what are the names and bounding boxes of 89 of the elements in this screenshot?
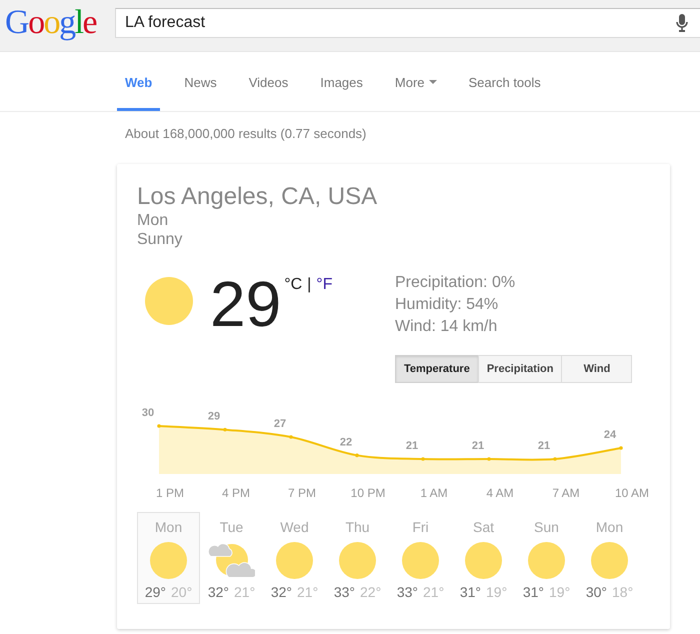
- forecast-day[interactable]: Mon 30° 18°: [578, 512, 641, 604]
- data-label: 27: [274, 418, 286, 430]
- nav-tab[interactable]: News: [176, 52, 225, 111]
- data-point: [619, 446, 623, 450]
- current-temperature: 29: [210, 272, 282, 336]
- nav-tab[interactable]: Images: [312, 52, 371, 111]
- weather-detail: Precipitation: 0%: [395, 273, 516, 293]
- time-label: 10 AM: [614, 486, 650, 500]
- current-day: Mon: [137, 211, 652, 230]
- time-label: 7 AM: [552, 486, 580, 500]
- day-name: Sun: [534, 519, 559, 535]
- day-name: Thu: [345, 519, 370, 535]
- high-temperature: 33°: [396, 584, 418, 600]
- data-label: 29: [208, 410, 220, 423]
- weather-detail: Wind: 14 km/h: [395, 317, 498, 337]
- data-point: [289, 435, 293, 439]
- chart-tab[interactable]: Temperature: [395, 355, 479, 383]
- location-title: Los Angeles, CA, USA: [137, 183, 378, 211]
- data-label: 21: [538, 440, 550, 452]
- nav-tab[interactable]: Web: [117, 52, 160, 111]
- high-temperature: 31°: [522, 584, 544, 600]
- forecast-day[interactable]: Mon 29° 20°: [137, 512, 200, 604]
- weather-detail: Humidity: 54%: [395, 295, 500, 315]
- time-label: 4 PM: [222, 486, 250, 500]
- data-point: [553, 457, 557, 461]
- low-temperature: 19°: [549, 584, 570, 600]
- forecast-day[interactable]: Sun 31° 19°: [515, 512, 578, 604]
- nav-tab[interactable]: More: [386, 52, 445, 111]
- sun-icon: [402, 542, 439, 579]
- chart-tab[interactable]: Wind: [561, 355, 632, 383]
- weather-condition: Sunny: [137, 230, 184, 249]
- sun-icon: [145, 277, 193, 325]
- time-label: 1 AM: [420, 486, 448, 500]
- data-label: 21: [406, 440, 418, 452]
- data-label: 21: [472, 440, 484, 452]
- forecast-day[interactable]: Wed 32° 21°: [263, 512, 326, 604]
- low-temperature: 21°: [297, 584, 318, 600]
- unit-separator: |: [307, 276, 312, 294]
- data-label: 30: [142, 407, 154, 419]
- day-name: Wed: [280, 519, 309, 535]
- data-point: [421, 457, 425, 461]
- day-name: Mon: [596, 519, 624, 535]
- forecast-day[interactable]: Tue 32° 21°: [200, 512, 263, 604]
- low-temperature: 20°: [171, 584, 192, 600]
- sun-icon: [150, 542, 187, 579]
- high-temperature: 32°: [270, 584, 292, 600]
- google-logo[interactable]: Google: [0, 4, 110, 40]
- forecast-day[interactable]: Sat 31° 19°: [452, 512, 515, 604]
- high-temperature: 29°: [144, 584, 166, 600]
- low-temperature: 21°: [234, 584, 256, 600]
- sun-cloud-icon: [208, 542, 255, 579]
- unit-toggle[interactable]: °C: [284, 276, 302, 294]
- high-temperature: 33°: [334, 584, 355, 600]
- data-point: [157, 424, 161, 428]
- day-name: Tue: [220, 519, 244, 535]
- high-temperature: 32°: [208, 584, 229, 600]
- day-name: Sat: [472, 519, 494, 535]
- microphone-icon[interactable]: [676, 14, 688, 32]
- chart-tab[interactable]: Precipitation: [478, 355, 562, 383]
- time-label: 1 PM: [156, 486, 184, 500]
- sun-icon: [276, 542, 313, 579]
- search-field[interactable]: LA forecast: [115, 8, 700, 38]
- caret-icon: [428, 80, 437, 84]
- sun-icon: [339, 542, 376, 579]
- low-temperature: 22°: [360, 584, 382, 600]
- data-point: [223, 428, 227, 432]
- low-temperature: 19°: [486, 584, 508, 600]
- time-label: 4 AM: [486, 486, 514, 500]
- low-temperature: 18°: [612, 584, 634, 600]
- time-label: 10 PM: [350, 486, 386, 500]
- high-temperature: 30°: [586, 584, 607, 600]
- sun-icon: [465, 542, 502, 579]
- nav-tab[interactable]: Videos: [240, 52, 296, 111]
- sun-icon: [591, 542, 628, 579]
- unit-toggle[interactable]: °F: [316, 276, 332, 294]
- time-label: 7 PM: [288, 486, 316, 500]
- nav-tab[interactable]: Search tools: [460, 52, 549, 111]
- day-name: Mon: [154, 519, 182, 535]
- data-point: [487, 457, 491, 461]
- data-point: [355, 454, 359, 458]
- low-temperature: 21°: [423, 584, 444, 600]
- high-temperature: 31°: [460, 584, 481, 600]
- data-label: 22: [340, 436, 352, 448]
- forecast-day[interactable]: Fri 33° 21°: [389, 512, 452, 604]
- forecast-day[interactable]: Thu 33° 22°: [326, 512, 389, 604]
- data-label: 24: [604, 429, 616, 441]
- day-name: Fri: [412, 519, 429, 535]
- sun-icon: [528, 542, 565, 579]
- result-stats: About 168,000,000 results (0.77 seconds): [124, 126, 368, 142]
